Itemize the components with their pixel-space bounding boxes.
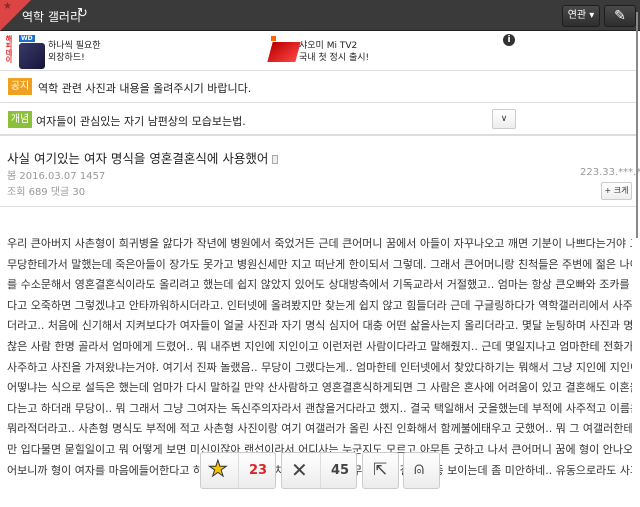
mi-logo <box>271 36 276 41</box>
share-button[interactable]: ⇱ <box>362 452 399 489</box>
unrecommend-divider <box>320 453 321 488</box>
star-icon: ★ <box>208 457 229 483</box>
notice-badge: 공지 <box>8 78 32 95</box>
recommend-button[interactable]: ★ 23 <box>200 452 276 489</box>
concept-text[interactable]: 여자들이 관심있는 자기 남편상의 모습보는법. <box>36 113 246 129</box>
refresh-icon[interactable]: ↻ <box>77 6 88 21</box>
write-button[interactable]: ✎ <box>604 5 636 27</box>
x-icon: ✕ <box>291 458 308 482</box>
post-ip: 223.33.***.** <box>580 167 640 178</box>
gallery-title[interactable]: 역학 갤러리 <box>22 8 81 25</box>
unrecommend-button[interactable]: ✕ 45 <box>281 452 357 489</box>
concept-badge: 개념 <box>8 111 32 128</box>
chevron-down-icon: ∨ <box>500 114 508 124</box>
post-body: 우리 큰아버지 사촌형이 희귀병을 앓다가 작년에 병원에서 죽었거든 근데 큰… <box>7 234 632 481</box>
notice-text[interactable]: 역학 관련 사진과 내용을 올려주시기 바랍니다. <box>38 80 251 96</box>
recommend-count: 23 <box>249 463 268 478</box>
body-line: 더라고.. 처음에 신기해서 지켜보다가 여자들이 얼굴 사진과 자기 명식 심… <box>7 319 632 333</box>
post-title: 사실 여기있는 여자 명식을 영혼결혼식에 사용했어 <box>7 148 279 167</box>
body-line: 어떻냐는 식으로 설득은 했는데 엄마가 다시 말하길 만약 산사람하고 영혼결… <box>7 381 632 395</box>
unrecommend-count: 45 <box>331 463 350 478</box>
star-icon[interactable]: ★ <box>3 1 12 12</box>
post-stats: 조회 689 댓글 30 <box>7 187 86 198</box>
report-button[interactable]: ⍝ <box>403 452 440 489</box>
recommend-divider <box>238 453 239 488</box>
gallery-header: ★ 역학 갤러리 ↻ 연관 ▾ ✎ <box>0 0 640 31</box>
scrollbar[interactable] <box>636 12 638 238</box>
ad-text-2: 샤오미 Mi TV2 국내 첫 정시 출시! <box>299 41 370 63</box>
post-author-date: 봄 2016.03.07 1457 <box>7 171 106 182</box>
related-label: 연관 <box>567 10 587 21</box>
info-icon[interactable]: i <box>503 34 515 46</box>
related-button[interactable]: 연관 ▾ <box>562 5 600 27</box>
tv-image <box>267 42 301 62</box>
zoom-text-button[interactable]: + 크게 <box>601 182 632 200</box>
ad-text-1: 하나씩 필요한 외장하드! <box>48 41 101 63</box>
hdd-image <box>19 43 45 69</box>
body-line: 무당한테가서 말했는데 죽은아들이 장가도 못가고 병원신세만 지고 떠난게 한… <box>7 257 632 271</box>
body-line: 뭐라적더라고.. 사촌형 명식도 부적에 적고 사촌형 사진이랑 여기 여갤러가… <box>7 422 632 436</box>
notice-row[interactable]: 공지 역학 관련 사진과 내용을 올려주시기 바랍니다. <box>0 71 636 103</box>
ad-banner[interactable]: 해피데이 WD 하나씩 필요한 외장하드! 샤오미 Mi TV2 국내 첫 정시 출… <box>0 31 636 71</box>
siren-icon: ⍝ <box>414 459 425 479</box>
expand-button[interactable]: ∨ <box>492 109 516 129</box>
concept-row[interactable]: 개념 여자들이 관심있는 자기 남편상의 모습보는법. ∨ <box>0 103 636 136</box>
divider <box>0 206 636 207</box>
share-icon: ⇱ <box>373 460 388 480</box>
post-title-text: 사실 여기있는 여자 명식을 영혼결혼식에 사용했어 <box>7 151 269 166</box>
pencil-icon: ✎ <box>614 8 626 24</box>
body-line: 다고 오죽하면 그렇겠냐고 안타까워하시더라고. 인터넷에 올려봤지만 찾는게 … <box>7 298 632 312</box>
body-line: 다는고 하더래 무당이.. 뭐 그래서 그냥 그여자는 독신주의자라서 괜찮을거… <box>7 401 632 415</box>
body-line: 를 수소문해서 영혼결혼식이라도 올리려고 했는데 쉽지 않았지 있어도 상대방… <box>7 278 632 292</box>
ad-side-label: 해피데이 <box>5 35 13 63</box>
body-line: 우리 큰아버지 사촌형이 희귀병을 앓다가 작년에 병원에서 죽었거든 근데 큰… <box>7 237 632 250</box>
wd-logo: WD <box>19 35 35 42</box>
body-line: 찮은 사람 한명 골라서 엄마에게 드렸어.. 뭐 내주변 지인에 지인이고 이… <box>7 339 632 353</box>
body-line: 사주하고 사진을 가져왔냐는거야. 여기서 진짜 놀랬음.. 무당이 그랬다는게… <box>7 360 632 374</box>
caret-down-icon: ▾ <box>589 10 595 21</box>
image-attached-icon <box>272 155 279 164</box>
